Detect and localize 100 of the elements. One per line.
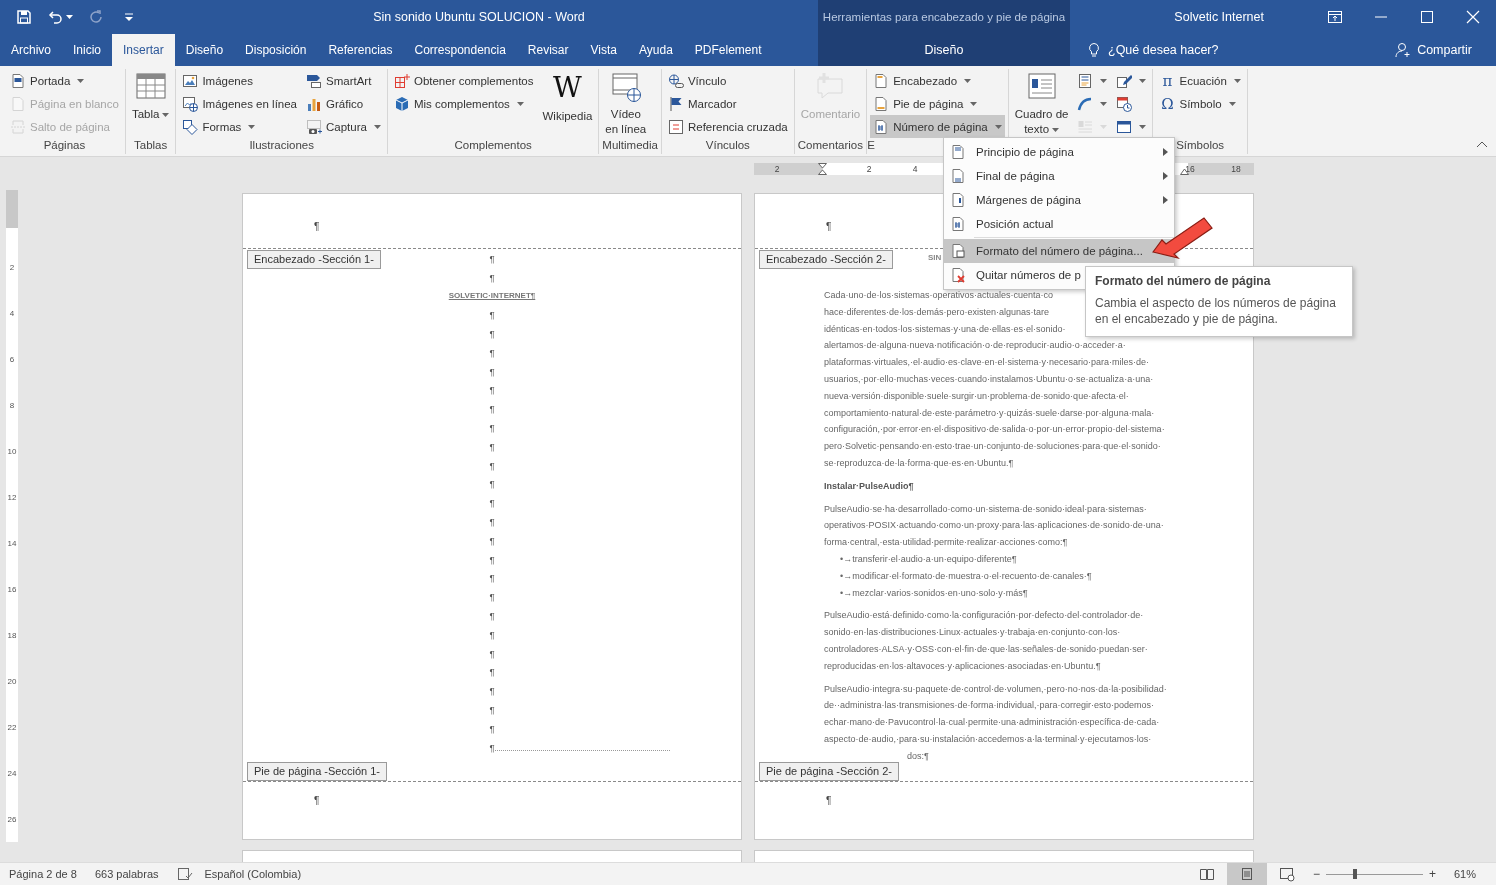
zoom-level[interactable]: 61% [1453, 868, 1476, 880]
ribbon-tab[interactable]: Correspondencia [403, 34, 517, 66]
ruler-number: 8 [9, 400, 15, 410]
header-title: SOLVETIC·INTERNET¶ [448, 291, 536, 301]
paragraph-mark: ¶ [489, 741, 495, 753]
ribbon-tab[interactable]: Vista [579, 34, 628, 66]
ribbon-button[interactable]: Portada [7, 69, 122, 92]
person-add-icon [1395, 42, 1412, 58]
page-count[interactable]: Página 2 de 8 [9, 868, 77, 880]
ribbon-button[interactable]: Marcador [664, 92, 791, 115]
ribbon-button[interactable]: Captura [303, 115, 384, 138]
view-button[interactable] [1226, 863, 1267, 885]
page-number-icon [873, 118, 890, 135]
ribbon-button[interactable]: Imágenes en línea [179, 92, 300, 115]
ribbon-button[interactable]: Número de página [870, 115, 1005, 138]
ruler-number: 12 [7, 492, 17, 502]
undo-icon [48, 9, 64, 25]
menu-item[interactable]: Formato del número de página... [944, 239, 1174, 263]
ribbon-tab[interactable]: Diseño [818, 34, 1070, 66]
flag-icon [667, 95, 684, 112]
lightbulb-icon [1086, 42, 1102, 58]
caret-icon [970, 101, 978, 106]
ribbon-button[interactable]: Formas [179, 115, 300, 138]
text-line: PulseAudio·está·definido·como·la·configuración·por·defecto·del·controlador·de· [824, 609, 1144, 623]
save-button[interactable] [14, 7, 34, 27]
symbol-glyph: π [1161, 72, 1174, 89]
zoom-out-button[interactable]: − [1306, 867, 1326, 881]
close-icon [1465, 9, 1481, 25]
paragraph-mark: ¶ [489, 497, 495, 509]
group-label: Ilustraciones [249, 139, 314, 151]
ribbon-button[interactable]: W Wikipedia [539, 69, 596, 126]
minimize-icon [1375, 16, 1387, 18]
maximize-icon [1419, 9, 1435, 25]
text-line: pero·Solvetic·pensando·en·esto·trae·un·conjunto·de·soluciones·para·que·el·sonido· [824, 440, 1161, 454]
ruler-number: 18 [7, 630, 17, 640]
ribbon-button[interactable]: Gráfico [303, 92, 384, 115]
ribbon-tab[interactable]: Archivo [0, 34, 62, 66]
tell-me-button[interactable]: ¿Qué desea hacer? [1086, 42, 1219, 58]
ruler-margin [6, 190, 18, 228]
ribbon-tab[interactable]: Inicio [62, 34, 113, 66]
ribbon-tab[interactable]: PDFelement [683, 34, 773, 66]
zoom-in-button[interactable]: + [1422, 867, 1442, 881]
ruler-number: 2 [9, 262, 15, 272]
group-label: Páginas [43, 139, 86, 151]
paragraph-mark: ¶ [826, 221, 832, 233]
chevron-up-icon [1476, 141, 1488, 148]
wordart-icon [1077, 95, 1094, 112]
ribbon-tab[interactable]: Diseño [174, 34, 235, 66]
ribbon-button[interactable]: Ω Símbolo [1156, 92, 1244, 115]
ribbon-tab[interactable]: Referencias [317, 34, 404, 66]
text-line: nueva·versión·disponible·suele·surgir·un·problema·de·sonido·que·afecta·el· [824, 389, 1129, 403]
heading: Instalar·PulseAudio¶ [824, 479, 914, 493]
caret-icon [1100, 101, 1108, 106]
paragraph-mark: ¶ [314, 795, 320, 807]
ribbon-button[interactable]: SmartArt [303, 69, 384, 92]
ruler-number: 2 [774, 163, 780, 175]
caret-icon [1139, 124, 1147, 129]
caret-icon [66, 15, 73, 19]
ribbon-button[interactable]: Encabezado [870, 69, 1005, 92]
ribbon-tab[interactable]: Disposición [234, 34, 318, 66]
page-top-icon [950, 144, 966, 160]
ruler-number: 16 [7, 584, 17, 594]
text-line: Cada·uno·de·los·sistemas·operativos·actuales·cuenta·co [824, 289, 1054, 302]
ribbon-tab[interactable]: Insertar [112, 34, 175, 66]
ribbon-tab[interactable]: Ayuda [628, 34, 684, 66]
caret-icon [1100, 78, 1108, 83]
window-icon [1116, 118, 1133, 135]
pen-icon [1116, 72, 1133, 89]
web-layout-icon [1278, 866, 1295, 882]
ruler-number: 10 [7, 446, 17, 456]
ribbon-tab[interactable]: Revisar [516, 34, 580, 66]
paragraph-mark: ¶ [489, 591, 495, 603]
paragraph-mark: ¶ [489, 328, 495, 340]
share-button[interactable]: Compartir [1395, 42, 1472, 58]
word-count[interactable]: 663 palabras [94, 868, 159, 880]
ribbon-button[interactable]: Tabla [128, 69, 173, 124]
paragraph-mark: ¶ [489, 534, 495, 546]
calendar-clock-icon [1116, 95, 1133, 112]
cube-icon [393, 95, 410, 112]
ribbon-button[interactable]: Vínculo [664, 69, 791, 92]
user-name[interactable]: Solvetic Internet [1174, 10, 1264, 24]
menu-item[interactable]: Principio de página [944, 140, 1174, 164]
paragraph-mark: ¶ [489, 610, 495, 622]
ribbon-button[interactable]: Imágenes [179, 69, 300, 92]
language[interactable]: Español (Colombia) [204, 868, 302, 880]
ribbon-button[interactable]: Vídeo en línea [602, 69, 650, 139]
ribbon-button[interactable]: Referencia cruzada [664, 115, 791, 138]
paragraph-mark: ¶ [314, 221, 320, 233]
indent-marker-icon[interactable] [818, 163, 827, 175]
menu-item[interactable]: Márgenes de página [944, 188, 1174, 212]
ribbon-button[interactable]: π Ecuación [1156, 69, 1244, 92]
bullet-item: •→transferir·el·audio·a·un·equipo·diferente¶ [840, 552, 1017, 566]
slider-thumb[interactable] [1353, 869, 1358, 879]
paragraph-mark: ¶ [489, 647, 495, 659]
menu-item[interactable]: Posición actual [944, 212, 1174, 236]
menu-item[interactable]: Final de página [944, 164, 1174, 188]
ribbon-button[interactable]: Mis complementos [390, 92, 537, 115]
ribbon-button[interactable]: Pie de página [870, 92, 1005, 115]
ribbon-button[interactable]: Obtener complementos [390, 69, 537, 92]
submenu-arrow-icon [1163, 172, 1168, 180]
